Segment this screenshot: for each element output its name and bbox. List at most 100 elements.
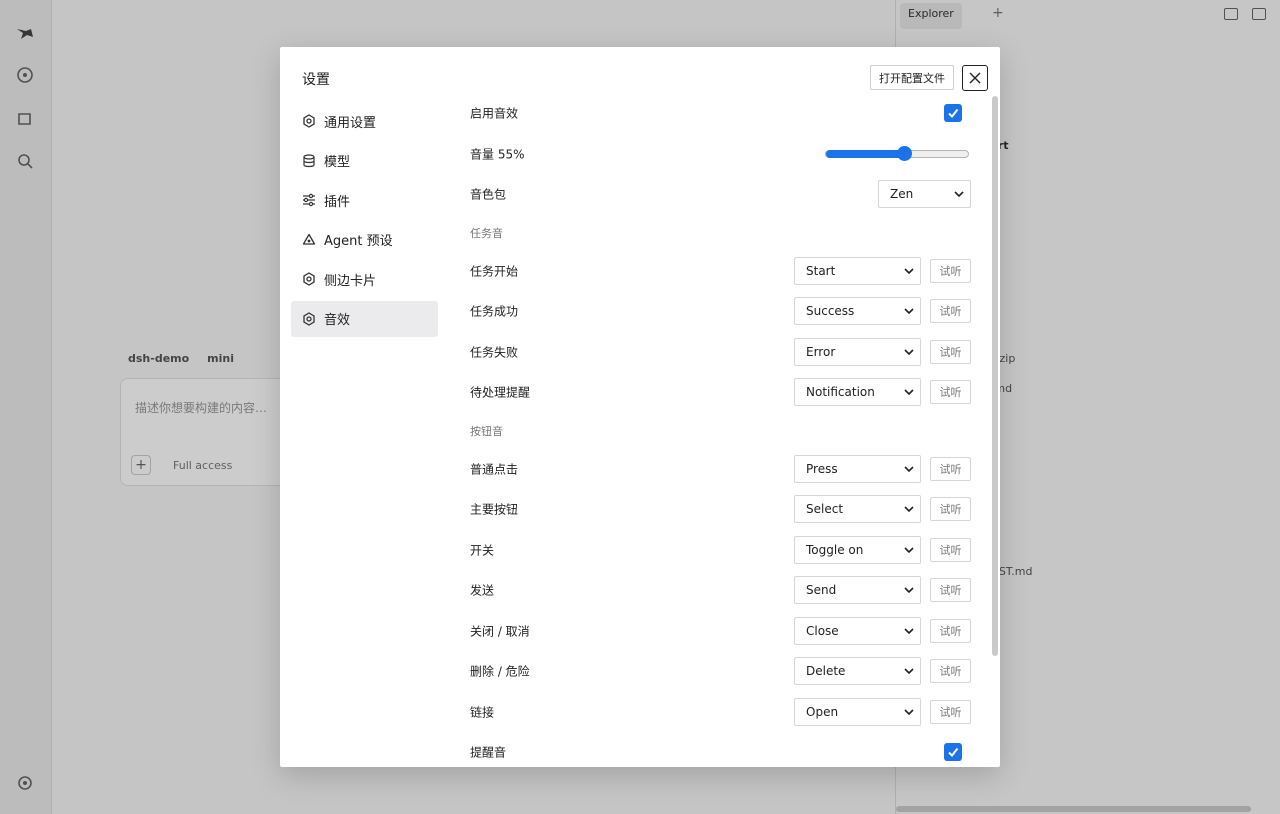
button-sound-row: 主要按钮 Select 试听 bbox=[470, 489, 972, 530]
vertical-scrollbar[interactable] bbox=[992, 96, 998, 656]
volume-fill bbox=[826, 149, 905, 158]
preview-button[interactable]: 试听 bbox=[930, 258, 971, 283]
task-sound-row: 任务失败 Error 试听 bbox=[470, 332, 972, 373]
task-sound-row: 任务开始 Start 试听 bbox=[470, 251, 972, 292]
nav-item-2[interactable]: 插件 bbox=[291, 182, 438, 218]
volume-label: 音量 55% bbox=[470, 147, 525, 162]
button-sound-row: 发送 Send 试听 bbox=[470, 570, 972, 611]
chevron-down-icon bbox=[904, 506, 914, 513]
nav-item-1[interactable]: 模型 bbox=[291, 143, 438, 179]
chevron-down-icon bbox=[904, 587, 914, 594]
button-sound-label: 关闭 / 取消 bbox=[470, 624, 530, 639]
nav-item-4[interactable]: 侧边卡片 bbox=[291, 261, 438, 297]
button-sound-select[interactable]: Press bbox=[794, 454, 921, 483]
task-sound-label: 待处理提醒 bbox=[470, 385, 531, 400]
button-sound-select[interactable]: Toggle on bbox=[794, 535, 921, 564]
button-sound-row: 链接 Open 试听 bbox=[470, 692, 972, 733]
button-sound-row: 普通点击 Press 试听 bbox=[470, 449, 972, 490]
button-sound-select[interactable]: Select bbox=[794, 495, 921, 524]
button-sound-label: 发送 bbox=[470, 583, 495, 598]
preview-button[interactable]: 试听 bbox=[930, 456, 971, 481]
preview-button[interactable]: 试听 bbox=[930, 699, 971, 724]
chevron-down-icon bbox=[954, 191, 964, 198]
preview-button[interactable]: 试听 bbox=[930, 537, 971, 562]
button-sound-select[interactable]: Open bbox=[794, 697, 921, 726]
enable-sound-checkbox[interactable] bbox=[944, 104, 962, 123]
task-sound-select[interactable]: Start bbox=[794, 256, 921, 285]
task-sound-select[interactable]: Notification bbox=[794, 378, 921, 407]
enable-sound-label: 启用音效 bbox=[470, 106, 519, 121]
recycle-icon bbox=[302, 233, 316, 247]
nav-item-label: Agent 预设 bbox=[324, 234, 393, 249]
chevron-down-icon bbox=[904, 268, 914, 274]
button-sound-row: 开关 Toggle on 试听 bbox=[470, 530, 972, 571]
task-sound-label: 任务开始 bbox=[470, 264, 519, 279]
button-sound-row: 删除 / 危险 Delete 试听 bbox=[470, 651, 972, 692]
chevron-down-icon bbox=[904, 668, 914, 675]
preview-button[interactable]: 试听 bbox=[930, 578, 971, 603]
button-sound-select[interactable]: Delete bbox=[794, 657, 921, 686]
chevron-down-icon bbox=[904, 389, 914, 396]
task-sound-value: Error bbox=[806, 344, 836, 359]
sound-pack-value: Zen bbox=[890, 187, 914, 202]
dialog-title: 设置 bbox=[302, 72, 330, 88]
gear-icon bbox=[302, 114, 316, 128]
button-sound-label: 开关 bbox=[470, 543, 495, 558]
task-sound-value: Start bbox=[806, 263, 836, 278]
nav-item-label: 侧边卡片 bbox=[324, 273, 377, 289]
task-sound-heading: 任务音 bbox=[470, 226, 503, 240]
alert-sound-checkbox[interactable] bbox=[944, 743, 962, 762]
button-sound-value: Select bbox=[806, 502, 844, 517]
nav-item-label: 通用设置 bbox=[324, 115, 377, 131]
button-sound-value: Toggle on bbox=[806, 542, 864, 557]
gear-icon bbox=[302, 311, 316, 326]
nav-item-label: 插件 bbox=[324, 194, 351, 210]
sound-pack-row: 音色包 Zen bbox=[470, 174, 972, 215]
task-sound-label: 任务失败 bbox=[470, 345, 519, 360]
nav-item-label: 音效 bbox=[324, 313, 351, 328]
nav-item-3[interactable]: Agent 预设 bbox=[291, 222, 438, 258]
volume-thumb[interactable] bbox=[897, 145, 913, 161]
button-sound-row: 关闭 / 取消 Close 试听 bbox=[470, 611, 972, 652]
button-sound-select[interactable]: Send bbox=[794, 576, 921, 605]
sound-pack-select[interactable]: Zen bbox=[878, 180, 971, 209]
close-icon bbox=[969, 72, 981, 84]
button-sound-label: 删除 / 危险 bbox=[470, 664, 530, 679]
settings-dialog: 设置 通用设置模型插件 Agent 预设 侧边卡片音效 打开配置文件 启用音效 音量… bbox=[280, 47, 1000, 767]
chevron-down-icon bbox=[904, 349, 914, 355]
task-sound-label: 任务成功 bbox=[470, 304, 519, 319]
sliders-icon bbox=[302, 193, 316, 207]
button-sound-value: Send bbox=[806, 583, 837, 598]
task-sound-row: 待处理提醒 Notification 试听 bbox=[470, 372, 972, 413]
nav-item-5[interactable]: 音效 bbox=[291, 300, 438, 337]
chevron-down-icon bbox=[904, 547, 914, 553]
volume-row: 音量 55% bbox=[470, 134, 972, 175]
volume-slider[interactable] bbox=[825, 145, 969, 161]
alert-sound-label: 提醒音 bbox=[470, 745, 507, 760]
checkmark-icon bbox=[948, 109, 959, 119]
chevron-down-icon bbox=[904, 628, 914, 634]
nav-item-label: 模型 bbox=[324, 155, 351, 170]
preview-button[interactable]: 试听 bbox=[930, 618, 971, 643]
button-sound-label: 链接 bbox=[470, 705, 495, 720]
open-config-button[interactable]: 打开配置文件 bbox=[870, 65, 954, 90]
preview-button[interactable]: 试听 bbox=[930, 659, 971, 684]
settings-nav: 通用设置模型插件 Agent 预设 侧边卡片音效 bbox=[291, 103, 438, 340]
preview-button[interactable]: 试听 bbox=[930, 380, 971, 405]
sound-settings: 启用音效 音量 55% 音色包 Zen 任务音 任务开始 Start 试听 任务成功 S… bbox=[470, 93, 972, 767]
preview-button[interactable]: 试听 bbox=[930, 339, 971, 364]
task-sound-select[interactable]: Error bbox=[794, 337, 921, 366]
preview-button[interactable]: 试听 bbox=[930, 299, 971, 324]
button-sound-value: Close bbox=[806, 623, 839, 638]
task-sound-select[interactable]: Success bbox=[794, 297, 921, 326]
sound-pack-label: 音色包 bbox=[470, 187, 507, 202]
button-sound-select[interactable]: Close bbox=[794, 616, 921, 645]
nav-item-0[interactable]: 通用设置 bbox=[291, 103, 438, 139]
preview-button[interactable]: 试听 bbox=[930, 497, 971, 522]
enable-sound-row: 启用音效 bbox=[470, 93, 972, 134]
button-sound-value: Press bbox=[806, 461, 838, 476]
task-sound-value: Success bbox=[806, 304, 855, 319]
chevron-down-icon bbox=[904, 709, 914, 715]
close-button[interactable] bbox=[962, 65, 988, 91]
gear-icon bbox=[302, 272, 316, 286]
